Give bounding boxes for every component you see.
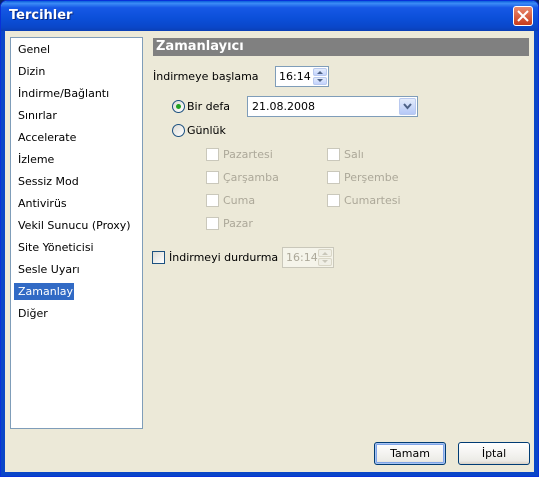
tuesday-checkbox[interactable] bbox=[327, 148, 340, 161]
spin-up-button[interactable] bbox=[313, 68, 327, 76]
close-icon bbox=[517, 10, 529, 22]
radio-selected-dot bbox=[176, 104, 181, 109]
chevron-down-icon bbox=[403, 103, 412, 110]
nav-item-proxy[interactable]: Vekil Sunucu (Proxy) bbox=[14, 217, 131, 234]
nav-item-accelerate[interactable]: Accelerate bbox=[14, 129, 130, 146]
once-label[interactable]: Bir defa bbox=[187, 100, 230, 113]
ok-button[interactable]: Tamam bbox=[374, 442, 446, 465]
once-radio[interactable] bbox=[172, 100, 185, 113]
nav-item-monitoring[interactable]: İzleme bbox=[14, 151, 130, 168]
preferences-dialog: Tercihler Genel Dizin İndirme/Bağlantı S… bbox=[0, 0, 539, 477]
monday-label: Pazartesi bbox=[223, 148, 273, 161]
date-dropdown[interactable]: 21.08.2008 bbox=[247, 96, 418, 117]
nav-item-antivirus[interactable]: Antivirüs bbox=[14, 195, 130, 212]
spin-up-button[interactable] bbox=[318, 249, 332, 257]
start-time-spinner[interactable]: 16:14 bbox=[275, 66, 329, 87]
nav-item-other[interactable]: Diğer bbox=[14, 305, 130, 322]
nav-item-silent-mode[interactable]: Sessiz Mod bbox=[14, 173, 130, 190]
nav-item-site-manager[interactable]: Site Yöneticisi bbox=[14, 239, 130, 256]
nav-item-scheduler[interactable]: Zamanlayıcı bbox=[14, 283, 85, 300]
daily-label[interactable]: Günlük bbox=[187, 124, 226, 137]
sunday-checkbox[interactable] bbox=[206, 217, 219, 230]
close-button[interactable] bbox=[513, 6, 533, 26]
tuesday-label: Salı bbox=[344, 148, 364, 161]
window-title: Tercihler bbox=[9, 8, 73, 23]
arrow-up-icon bbox=[317, 71, 323, 74]
arrow-up-icon bbox=[322, 252, 328, 255]
monday-checkbox[interactable] bbox=[206, 148, 219, 161]
spin-down-button[interactable] bbox=[318, 258, 332, 266]
saturday-label: Cumartesi bbox=[344, 194, 401, 207]
arrow-down-icon bbox=[322, 260, 328, 263]
start-time-value: 16:14 bbox=[279, 70, 311, 83]
thursday-checkbox[interactable] bbox=[327, 171, 340, 184]
arrow-down-icon bbox=[317, 79, 323, 82]
saturday-checkbox[interactable] bbox=[327, 194, 340, 207]
stop-download-checkbox[interactable] bbox=[152, 251, 165, 264]
nav-item-download-connection[interactable]: İndirme/Bağlantı bbox=[14, 85, 130, 102]
friday-checkbox[interactable] bbox=[206, 194, 219, 207]
nav-item-sound-alert[interactable]: Sesle Uyarı bbox=[14, 261, 130, 278]
friday-label: Cuma bbox=[223, 194, 256, 207]
nav-item-genel[interactable]: Genel bbox=[14, 41, 130, 58]
stop-download-label[interactable]: İndirmeyi durdurma bbox=[169, 251, 278, 264]
sunday-label: Pazar bbox=[223, 217, 253, 230]
thursday-label: Perşembe bbox=[344, 171, 399, 184]
wednesday-label: Çarşamba bbox=[223, 171, 279, 184]
category-list[interactable]: Genel Dizin İndirme/Bağlantı Sınırlar Ac… bbox=[10, 37, 143, 429]
nav-item-limits[interactable]: Sınırlar bbox=[14, 107, 130, 124]
title-bar[interactable]: Tercihler bbox=[1, 1, 538, 31]
nav-item-dizin[interactable]: Dizin bbox=[14, 63, 130, 80]
start-label: İndirmeye başlama bbox=[153, 70, 259, 83]
wednesday-checkbox[interactable] bbox=[206, 171, 219, 184]
section-header: Zamanlayıcı bbox=[153, 38, 529, 56]
dropdown-button[interactable] bbox=[399, 98, 416, 115]
cancel-button[interactable]: İptal bbox=[458, 442, 530, 465]
stop-time-spinner[interactable]: 16:14 bbox=[282, 247, 334, 268]
spin-down-button[interactable] bbox=[313, 77, 327, 85]
date-value: 21.08.2008 bbox=[252, 100, 315, 113]
daily-radio[interactable] bbox=[172, 124, 185, 137]
stop-time-value: 16:14 bbox=[286, 251, 318, 264]
